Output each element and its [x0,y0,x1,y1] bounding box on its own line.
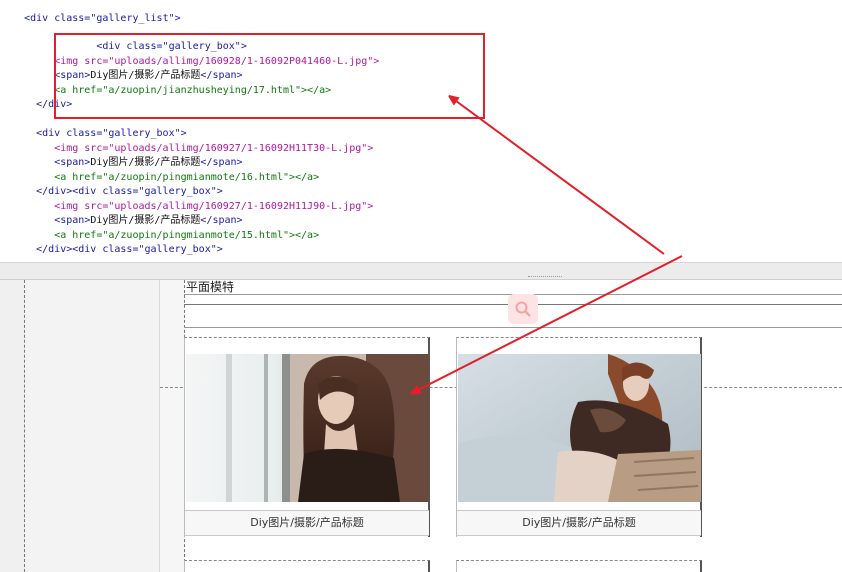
page-heading: 平面模特 [186,280,235,294]
gallery-photo-2[interactable] [458,354,701,502]
code-token: <span> [54,215,91,226]
code-token: </span> [200,215,243,226]
code-token: </div><div class="gallery_box"> [36,244,223,255]
code-token: <img src="uploads/allimg/160927/1-16092H… [54,201,374,212]
code-line[interactable]: </div><div class="gallery_box"> [0,243,223,257]
annotation-highlight-box [54,33,485,119]
gallery-box-3[interactable] [184,560,430,572]
gallery-photo-1[interactable] [186,354,429,502]
code-token: </div><div class="gallery_box"> [36,186,223,197]
design-view-pane[interactable]: 平面模特 Diy图片/摄影/产品标题 Diy图片/摄影/产品标题 [0,280,842,572]
code-line[interactable]: <img src="uploads/allimg/160927/1-16092H… [0,200,373,214]
code-token: <a href="a/zuopin/pingmianmote/16.html">… [54,172,320,183]
code-line[interactable]: <a href="a/zuopin/pingmianmote/16.html">… [0,171,319,185]
code-token: Diy图片/摄影/产品标题 [90,157,201,168]
code-token: </span> [200,157,243,168]
search-icon [515,301,531,317]
gallery-box-1[interactable]: Diy图片/摄影/产品标题 [184,337,430,537]
photo-woman-fur-sofa [458,354,701,502]
pane-splitter[interactable] [0,262,842,280]
code-token: <div class="gallery_list"> [24,13,181,24]
splitter-grip-icon[interactable] [528,276,562,277]
code-line[interactable]: <span>Diy图片/摄影/产品标题</span> [0,214,243,228]
code-token: <div class="gallery_box"> [36,128,187,139]
code-line[interactable]: <div class="gallery_list"> [0,12,181,26]
layout-column-gutter [159,280,185,572]
gallery-caption-1[interactable]: Diy图片/摄影/产品标题 [185,510,429,536]
code-line[interactable]: <span>Diy图片/摄影/产品标题</span> [0,156,243,170]
code-line[interactable]: </div><div class="gallery_box"> [0,185,223,199]
gallery-caption-2[interactable]: Diy图片/摄影/产品标题 [457,510,701,536]
code-token: Diy图片/摄影/产品标题 [90,215,201,226]
gallery-box-2[interactable]: Diy图片/摄影/产品标题 [456,337,702,537]
dreamweaver-split-view: <div class="gallery_list"> <div class="g… [0,0,842,572]
layout-column-left [24,280,160,572]
code-token: <img src="uploads/allimg/160927/1-16092H… [54,143,374,154]
code-token: <a href="a/zuopin/pingmianmote/15.html">… [54,230,320,241]
search-badge[interactable] [508,294,538,324]
code-line[interactable]: <img src="uploads/allimg/160927/1-16092H… [0,142,373,156]
code-line[interactable]: <a href="a/zuopin/pingmianmote/15.html">… [0,229,319,243]
photo-woman-window [186,354,429,502]
gallery-box-4[interactable] [456,560,702,572]
code-token: <span> [54,157,91,168]
code-line[interactable]: <div class="gallery_box"> [0,127,187,141]
